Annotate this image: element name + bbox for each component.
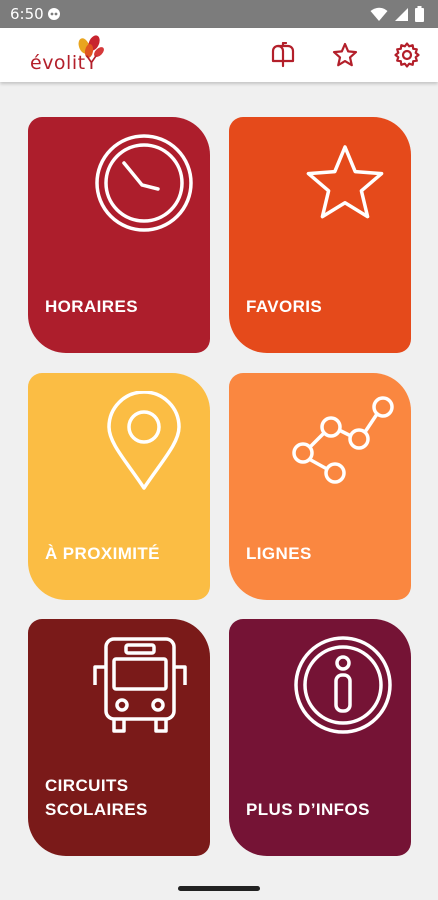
tile-label: HORAIRES xyxy=(45,297,138,316)
bus-icon xyxy=(93,637,187,733)
home-gesture-handle[interactable] xyxy=(178,886,260,891)
location-pin-icon xyxy=(107,391,181,490)
notification-icon xyxy=(48,8,60,20)
tile-label: PLUS D’INFOS xyxy=(246,800,370,819)
mailbox-icon xyxy=(271,42,295,68)
app-logo: évolitY xyxy=(30,34,110,78)
app-bar: évolitY xyxy=(0,28,438,82)
battery-icon xyxy=(415,6,424,22)
tile-plus-dinfos[interactable]: PLUS D’INFOS xyxy=(229,619,411,856)
logo-text: évolitY xyxy=(30,52,98,74)
tile-a-proximite[interactable]: À PROXIMITÉ xyxy=(28,373,210,600)
tile-circuits-scolaires[interactable]: CIRCUITS SCOLAIRES xyxy=(28,619,210,856)
favorites-button[interactable] xyxy=(330,40,360,70)
wifi-icon xyxy=(370,7,388,21)
info-icon xyxy=(294,636,392,734)
settings-button[interactable] xyxy=(392,40,422,70)
signal-icon xyxy=(395,7,408,21)
star-icon xyxy=(306,145,384,219)
tile-label: FAVORIS xyxy=(246,297,323,316)
mailbox-button[interactable] xyxy=(268,40,298,70)
star-icon xyxy=(332,42,358,67)
status-time: 6:50 xyxy=(10,5,44,23)
tile-label: À PROXIMITÉ xyxy=(45,544,160,563)
tile-horaires[interactable]: HORAIRES xyxy=(28,117,210,353)
tile-favoris[interactable]: FAVORIS xyxy=(229,117,411,353)
status-bar: 6:50 xyxy=(0,0,438,28)
clock-icon xyxy=(95,134,193,232)
route-nodes-icon xyxy=(292,396,394,484)
tile-label: CIRCUITS SCOLAIRES xyxy=(45,776,148,819)
gear-icon xyxy=(394,42,420,68)
tile-lignes[interactable]: LIGNES xyxy=(229,373,411,600)
tile-label: LIGNES xyxy=(246,544,312,563)
system-nav-bar xyxy=(0,876,438,900)
